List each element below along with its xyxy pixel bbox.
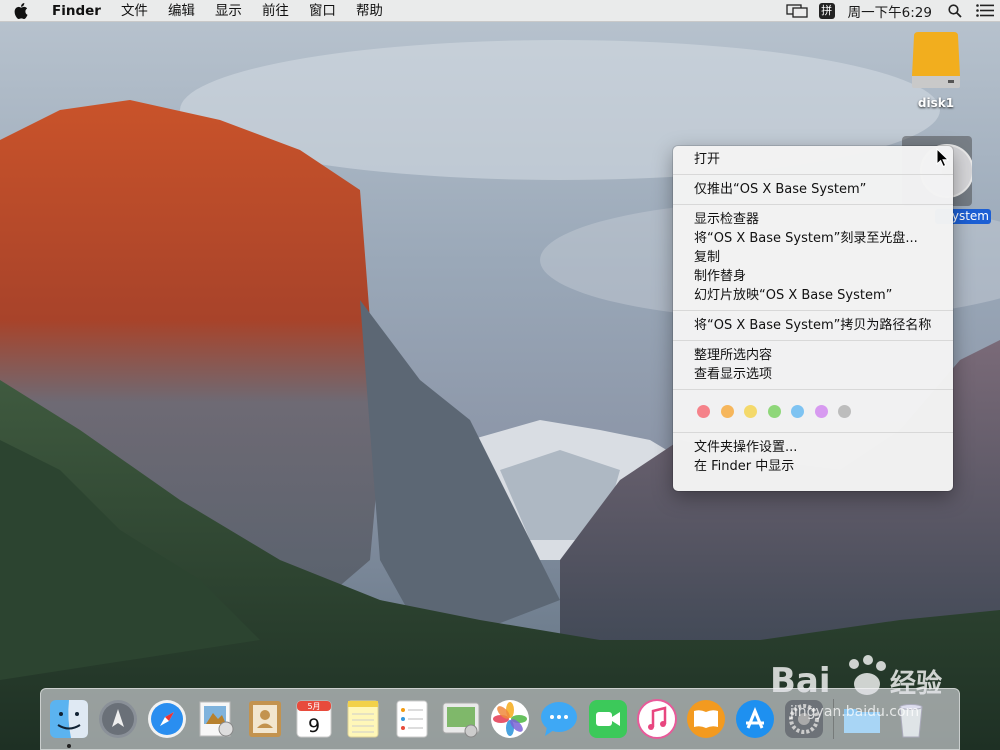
- safari-icon[interactable]: [147, 699, 187, 739]
- launchpad-icon[interactable]: [98, 699, 138, 739]
- tag-purple-dot[interactable]: [814, 404, 828, 418]
- menu-separator: [673, 310, 953, 311]
- notification-center-icon[interactable]: [970, 0, 1000, 22]
- tag-yellow-dot[interactable]: [744, 404, 757, 418]
- menu-separator: [673, 340, 953, 341]
- menu-go[interactable]: 前往: [252, 0, 299, 22]
- menu-item-duplicate[interactable]: 复制: [673, 248, 953, 267]
- menu-item-make-alias[interactable]: 制作替身: [673, 267, 953, 286]
- preview-icon[interactable]: [196, 699, 236, 739]
- external-drive-icon: [912, 32, 960, 88]
- messages-icon[interactable]: [539, 699, 579, 739]
- menu-bar: Finder 文件 编辑 显示 前往 窗口 帮助 拼 周一下午6:29: [0, 0, 1000, 22]
- menu-item-eject[interactable]: 仅推出“OS X Base System”: [673, 180, 953, 199]
- menubar-clock[interactable]: 周一下午6:29: [842, 1, 940, 21]
- photo-booth-icon[interactable]: [441, 699, 481, 739]
- tag-gray-dot[interactable]: [838, 404, 851, 418]
- airplay-display-icon[interactable]: [782, 0, 812, 22]
- tag-orange-dot[interactable]: [720, 404, 734, 418]
- tag-color-picker: [673, 395, 953, 427]
- menu-separator: [673, 432, 953, 433]
- menu-help[interactable]: 帮助: [346, 0, 393, 22]
- menu-item-folder-actions-setup[interactable]: 文件夹操作设置...: [673, 438, 953, 457]
- calendar-icon[interactable]: 5月 9: [294, 699, 334, 739]
- mouse-cursor-icon: [936, 148, 950, 168]
- menu-item-clean-up-selection[interactable]: 整理所选内容: [673, 346, 953, 365]
- facetime-icon[interactable]: [588, 699, 628, 739]
- notes-icon[interactable]: [343, 699, 383, 739]
- menu-item-burn-to-disc[interactable]: 将“OS X Base System”刻录至光盘...: [673, 229, 953, 248]
- menu-item-slideshow[interactable]: 幻灯片放映“OS X Base System”: [673, 286, 953, 305]
- ibooks-icon[interactable]: [686, 699, 726, 739]
- photos-icon[interactable]: [490, 699, 530, 739]
- tag-blue-dot[interactable]: [791, 404, 804, 418]
- menu-separator: [673, 389, 953, 390]
- menu-item-show-inspector[interactable]: 显示检查器: [673, 210, 953, 229]
- context-menu: 打开 仅推出“OS X Base System” 显示检查器 将“OS X Ba…: [673, 146, 953, 491]
- app-store-icon[interactable]: [735, 699, 775, 739]
- menu-item-copy-as-pathname[interactable]: 将“OS X Base System”拷贝为路径名称: [673, 316, 953, 335]
- menu-item-reveal-in-finder[interactable]: 在 Finder 中显示: [673, 457, 953, 476]
- finder-running-indicator: [67, 744, 71, 748]
- tag-green-dot[interactable]: [767, 404, 781, 418]
- menu-window[interactable]: 窗口: [299, 0, 346, 22]
- apple-menu-icon[interactable]: [0, 0, 42, 22]
- input-method-label: 拼: [818, 2, 835, 19]
- menu-edit[interactable]: 编辑: [158, 0, 205, 22]
- menu-view[interactable]: 显示: [205, 0, 252, 22]
- input-method-icon[interactable]: 拼: [812, 0, 842, 22]
- menu-separator: [673, 174, 953, 175]
- itunes-icon[interactable]: [637, 699, 677, 739]
- calendar-day: 9: [308, 715, 320, 737]
- spotlight-search-icon[interactable]: [940, 0, 970, 22]
- disk1-label: disk1: [917, 96, 955, 110]
- menu-separator: [673, 204, 953, 205]
- tag-red-dot[interactable]: [697, 404, 710, 418]
- menu-app-finder[interactable]: Finder: [42, 0, 111, 22]
- watermark-url: jingyan.baidu.com: [790, 704, 920, 720]
- menu-item-show-view-options[interactable]: 查看显示选项: [673, 365, 953, 384]
- finder-icon[interactable]: [49, 699, 89, 739]
- menu-item-open[interactable]: 打开: [673, 150, 953, 169]
- reminders-icon[interactable]: [392, 699, 432, 739]
- menu-file[interactable]: 文件: [111, 0, 158, 22]
- contacts-icon[interactable]: [245, 699, 285, 739]
- disk1-desktop-icon[interactable]: disk1: [904, 30, 968, 110]
- calendar-month: 5月: [307, 702, 320, 711]
